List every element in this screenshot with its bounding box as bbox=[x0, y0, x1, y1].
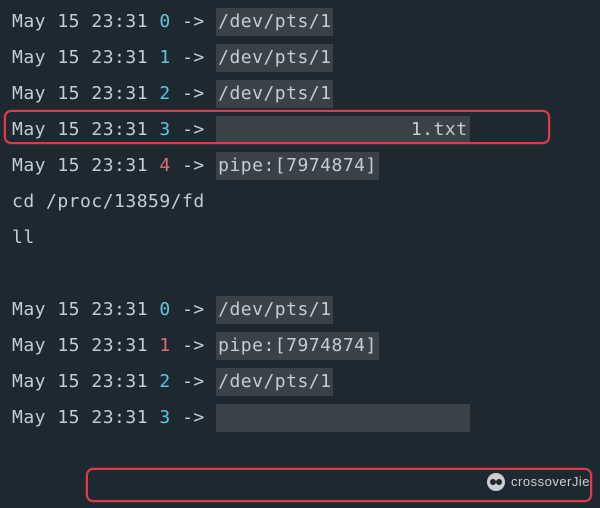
arrow: -> bbox=[182, 332, 205, 360]
fd-number: 2 bbox=[159, 368, 170, 396]
ls-row: May 15 23:31 1 -> /dev/pts/1 bbox=[12, 40, 600, 76]
arrow: -> bbox=[182, 80, 205, 108]
arrow: -> bbox=[182, 8, 205, 36]
watermark-text: crossoverJie bbox=[511, 472, 590, 492]
arrow: -> bbox=[182, 116, 205, 144]
row-date: May 15 23:31 bbox=[12, 152, 148, 180]
arrow: -> bbox=[182, 152, 205, 180]
terminal-output: May 15 23:31 0 -> /dev/pts/1 May 15 23:3… bbox=[12, 4, 600, 436]
row-date: May 15 23:31 bbox=[12, 332, 148, 360]
ls-row: May 15 23:31 2 -> /dev/pts/1 bbox=[12, 364, 600, 400]
watermark: crossoverJie bbox=[487, 472, 590, 492]
fd-number: 3 bbox=[159, 116, 170, 144]
link-target: /dev/pts/1 bbox=[216, 368, 333, 396]
command-line[interactable]: cd /proc/13859/fd bbox=[12, 184, 600, 220]
cmd-cd: cd /proc/13859/fd bbox=[12, 188, 205, 216]
link-target-redacted: ▮▮▮ ▮▮▮ ▮▮ ▮▮/▮.txt bbox=[216, 404, 469, 432]
link-target: pipe:[7974874] bbox=[216, 332, 379, 360]
row-date: May 15 23:31 bbox=[12, 404, 148, 432]
ls-row: May 15 23:31 0 -> /dev/pts/1 bbox=[12, 292, 600, 328]
ls-row: May 15 23:31 0 -> /dev/pts/1 bbox=[12, 4, 600, 40]
row-date: May 15 23:31 bbox=[12, 296, 148, 324]
wechat-icon bbox=[487, 473, 505, 491]
fd-number: 3 bbox=[159, 404, 170, 432]
row-date: May 15 23:31 bbox=[12, 116, 148, 144]
blank-line bbox=[12, 256, 600, 292]
link-target: /dev/pts/1 bbox=[216, 8, 333, 36]
fd-number: 2 bbox=[159, 80, 170, 108]
fd-number: 1 bbox=[159, 332, 170, 360]
arrow: -> bbox=[182, 44, 205, 72]
ls-row: May 15 23:31 4 -> pipe:[7974874] bbox=[12, 148, 600, 184]
ls-row: May 15 23:31 2 -> /dev/pts/1 bbox=[12, 76, 600, 112]
arrow: -> bbox=[182, 404, 205, 432]
row-date: May 15 23:31 bbox=[12, 44, 148, 72]
link-target-redacted: ▮▮▮ ▮▮▮ ▮▮ ▮▮/1.txt bbox=[216, 116, 469, 144]
link-target: /dev/pts/1 bbox=[216, 80, 333, 108]
link-target: pipe:[7974874] bbox=[216, 152, 379, 180]
fd-number: 0 bbox=[159, 8, 170, 36]
fd-number: 1 bbox=[159, 44, 170, 72]
arrow: -> bbox=[182, 296, 205, 324]
ls-row-highlighted: May 15 23:31 3 -> ▮▮▮ ▮▮▮ ▮▮ ▮▮/▮.txt bbox=[12, 400, 600, 436]
row-date: May 15 23:31 bbox=[12, 80, 148, 108]
arrow: -> bbox=[182, 368, 205, 396]
link-target: /dev/pts/1 bbox=[216, 296, 333, 324]
ls-row: May 15 23:31 1 -> pipe:[7974874] bbox=[12, 328, 600, 364]
ls-row-highlighted: May 15 23:31 3 -> ▮▮▮ ▮▮▮ ▮▮ ▮▮/1.txt bbox=[12, 112, 600, 148]
cmd-ll: ll bbox=[12, 224, 35, 252]
fd-number: 4 bbox=[159, 152, 170, 180]
row-date: May 15 23:31 bbox=[12, 368, 148, 396]
link-target: /dev/pts/1 bbox=[216, 44, 333, 72]
command-line[interactable]: ll bbox=[12, 220, 600, 256]
row-date: May 15 23:31 bbox=[12, 8, 148, 36]
fd-number: 0 bbox=[159, 296, 170, 324]
